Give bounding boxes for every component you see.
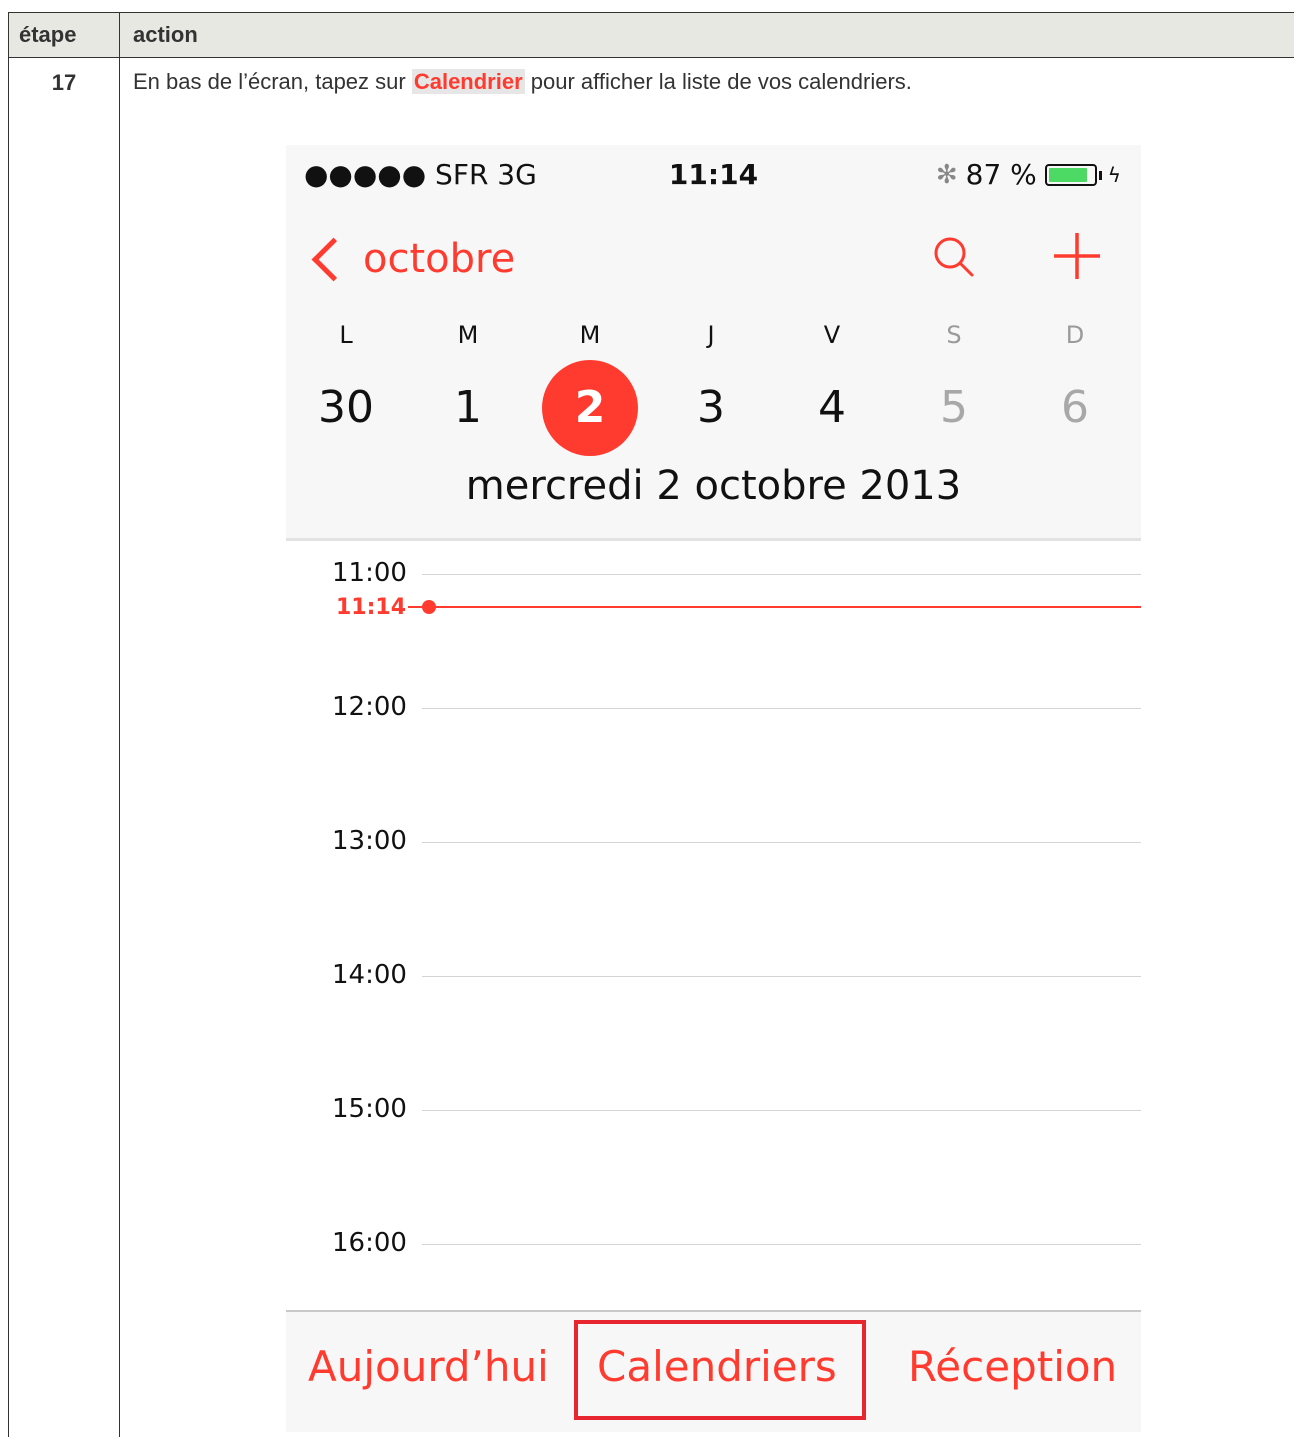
day-cell[interactable]: 5 (906, 360, 1002, 456)
tab-today[interactable]: Aujourd’hui (308, 1342, 549, 1391)
day-selected[interactable]: 2 (542, 360, 638, 456)
hour-line (422, 976, 1141, 977)
chevron-left-icon (311, 237, 356, 281)
hour-label: 14:00 (332, 960, 407, 990)
highlight-box (574, 1320, 866, 1420)
hour-row: 16:00 (286, 1228, 1141, 1274)
instruction-before: En bas de l’écran, tapez sur (133, 69, 412, 94)
current-time-tick (408, 606, 422, 608)
hour-label: 11:00 (332, 558, 407, 588)
weekday-label: M (579, 321, 601, 349)
back-button[interactable]: octobre (306, 231, 515, 287)
weekday-label: M (457, 321, 479, 349)
hour-row: 14:00 (286, 960, 1141, 1006)
header-action: action (133, 22, 198, 47)
hour-line (422, 842, 1141, 843)
weekday-label: V (823, 321, 841, 349)
weekday-label: S (946, 321, 962, 349)
weekday-label: J (707, 321, 715, 349)
day-cell[interactable]: 3 (663, 360, 759, 456)
column-divider (119, 57, 120, 1437)
back-label: octobre (363, 236, 516, 282)
selected-date-title: mercredi 2 octobre 2013 (465, 463, 962, 509)
instruction-text: En bas de l’écran, tapez sur Calendrier … (133, 69, 912, 95)
hour-line (422, 574, 1141, 575)
table-header-row: étape action (8, 12, 1294, 58)
current-time-dot (422, 600, 436, 614)
battery-fill (1048, 168, 1087, 182)
hour-row: 11:00 (286, 558, 1141, 604)
bolt-icon: ϟ (1107, 163, 1121, 187)
day-cell[interactable]: 30 (298, 360, 394, 456)
hour-label: 13:00 (332, 826, 407, 856)
instruction-after: pour afficher la liste de vos calendrier… (524, 69, 912, 94)
header-step: étape (19, 22, 77, 47)
battery-percent: 87 % (965, 158, 1037, 191)
battery-tip (1098, 170, 1102, 180)
day-cell[interactable]: 4 (784, 360, 880, 456)
hour-line (422, 1244, 1141, 1245)
hour-row: 13:00 (286, 826, 1141, 872)
hour-row: 12:00 (286, 692, 1141, 738)
header-divider (286, 538, 1141, 541)
instruction-keyword: Calendrier (411, 69, 525, 94)
hour-label: 16:00 (332, 1228, 407, 1258)
current-time-label: 11:14 (336, 595, 407, 620)
calendar-header: ●●●●● SFR 3G 11:14 ✻ 87 % ϟ octobre LMMJ… (286, 145, 1141, 541)
weekday-label: D (1065, 321, 1085, 349)
phone-screenshot: ●●●●● SFR 3G 11:14 ✻ 87 % ϟ octobre LMMJ… (286, 145, 1141, 1432)
tab-inbox[interactable]: Réception (908, 1342, 1117, 1391)
status-right: ✻ 87 % ϟ (936, 155, 1121, 195)
battery-icon (1044, 164, 1097, 186)
tab-bar: Aujourd’hui Calendriers Réception (286, 1310, 1141, 1432)
day-cell[interactable]: 6 (1027, 360, 1123, 456)
weekday-label: L (339, 321, 353, 349)
hour-label: 15:00 (332, 1094, 407, 1124)
plus-icon[interactable] (1050, 229, 1104, 283)
hour-line (422, 1110, 1141, 1111)
hour-line (422, 708, 1141, 709)
current-time-line (428, 606, 1141, 608)
hour-label: 12:00 (332, 692, 407, 722)
hour-row: 15:00 (286, 1094, 1141, 1140)
step-number: 17 (51, 70, 77, 95)
column-divider (119, 13, 120, 57)
search-icon[interactable] (930, 233, 978, 281)
bluetooth-icon: ✻ (935, 160, 958, 190)
day-cell[interactable]: 1 (420, 360, 516, 456)
